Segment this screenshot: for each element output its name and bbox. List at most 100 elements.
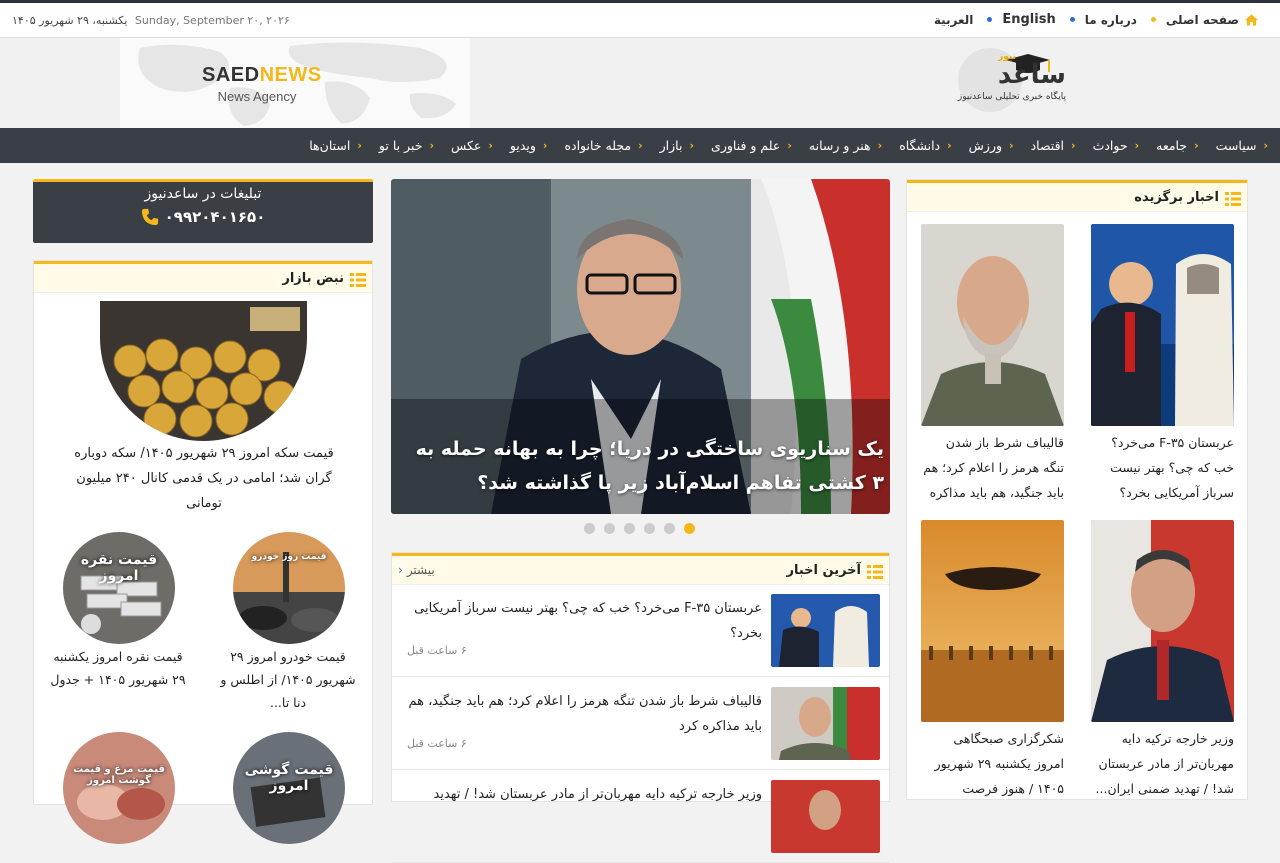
main-nav-item[interactable]: ‹ حوادث (1093, 138, 1140, 153)
phone-icon (141, 208, 158, 226)
date-english: Sunday, September ۲۰, ۲۰۲۶ (134, 14, 290, 27)
chevron-left-icon: ‹ (787, 139, 792, 152)
main-nav-label: ورزش (968, 138, 1003, 153)
about-link-label: درباره ما (1084, 12, 1137, 27)
news-title[interactable]: عربستان F-۳۵ می‌خرد؟ خب که چی؟ بهتر نیست… (407, 596, 762, 646)
market-item-image[interactable]: قیمت مرغ و قیمت گوشت امروز (63, 732, 175, 844)
featured-caption[interactable]: شکرگزاری صبحگاهی امروز یکشنبه ۲۹ شهریور … (921, 726, 1064, 801)
main-nav-item[interactable]: ‹ مجله خانواده (564, 138, 642, 153)
featured-item[interactable]: قالیباف شرط باز شدن تنگه هرمز را اعلام ک… (921, 224, 1064, 505)
separator-dot (1069, 17, 1075, 22)
main-nav-item[interactable]: ‹ استان‌ها (309, 138, 362, 153)
home-link[interactable]: صفحه اصلی (1150, 12, 1258, 27)
featured-image[interactable] (1091, 520, 1234, 722)
main-nav-item[interactable]: ‹ هنر و رسانه (809, 138, 882, 153)
advertising-phone[interactable]: ۰۹۹۲۰۴۰۱۶۵۰ (33, 208, 373, 226)
home-link-label: صفحه اصلی (1165, 12, 1239, 27)
slider-dot[interactable] (584, 523, 595, 534)
slider-dot[interactable] (624, 523, 635, 534)
main-nav-item[interactable]: ‹ سیاست (1216, 138, 1268, 153)
slider-headline[interactable]: یک سناریوی ساختگی در دریا؛ چرا به بهانه … (414, 432, 884, 500)
slider-pagination (584, 523, 704, 534)
market-hero-caption[interactable]: قیمت سکه امروز ۲۹ شهریور ۱۴۰۵/ سکه دوبار… (74, 441, 334, 516)
more-link[interactable]: بیشتر‹ (398, 563, 435, 577)
latest-news-row[interactable]: وزیر خارجه ترکیه دایه مهربان‌تر از مادر … (392, 770, 889, 863)
main-nav-item[interactable]: ‹ ویدیو (510, 138, 548, 153)
market-pulse-panel: نبض بازار قیمت سکه امروز ۲۹ شهریور ۱۴۰۵/… (33, 260, 373, 844)
chevron-left-icon: ‹ (947, 139, 952, 152)
news-thumbnail[interactable] (771, 594, 880, 667)
main-nav-item[interactable]: ‹ اقتصاد (1031, 138, 1076, 153)
headline-slider[interactable]: یک سناریوی ساختگی در دریا؛ چرا به بهانه … (391, 179, 890, 514)
slider-dot[interactable] (664, 523, 675, 534)
main-nav-item[interactable]: ‹ جامعه (1156, 138, 1199, 153)
featured-caption[interactable]: قالیباف شرط باز شدن تنگه هرمز را اعلام ک… (921, 430, 1064, 505)
news-thumbnail[interactable] (771, 687, 880, 760)
featured-image[interactable] (921, 520, 1064, 722)
slider-dot[interactable] (684, 523, 695, 534)
featured-caption[interactable]: عربستان F-۳۵ می‌خرد؟ خب که چی؟ بهتر نیست… (1091, 430, 1234, 505)
top-nav: صفحه اصلی درباره ما English العربية (920, 12, 1258, 27)
main-nav-item[interactable]: ‹ ورزش (969, 138, 1014, 153)
separator-dot (1150, 17, 1156, 22)
market-item-caption[interactable]: قیمت خودرو امروز ۲۹ شهریور ۱۴۰۵/ از اطلس… (218, 645, 358, 714)
featured-caption[interactable]: وزیر خارجه ترکیه دایه مهربان‌تر از مادر … (1091, 726, 1234, 801)
news-time: ۶ ساعت قبل (407, 737, 467, 750)
latest-header: آخرین اخبار بیشتر‹ (392, 553, 889, 585)
market-item-image[interactable]: قیمت روز خودرو (233, 532, 345, 644)
market-hero-image[interactable] (100, 301, 307, 441)
featured-item[interactable]: شکرگزاری صبحگاهی امروز یکشنبه ۲۹ شهریور … (921, 520, 1064, 801)
chevron-left-icon: ‹ (357, 139, 362, 152)
about-link[interactable]: درباره ما (1069, 12, 1137, 27)
main-nav-label: استان‌ها (309, 138, 351, 153)
logo-fa-name: ساعد (997, 60, 1066, 90)
latest-news-row[interactable]: قالیباف شرط باز شدن تنگه هرمز را اعلام ک… (392, 677, 889, 770)
latest-news-row[interactable]: عربستان F-۳۵ می‌خرد؟ خب که چی؟ بهتر نیست… (392, 584, 889, 677)
news-thumbnail[interactable] (771, 780, 880, 853)
chevron-left-icon: ‹ (689, 139, 695, 152)
main-nav-label: دانشگاه (899, 138, 941, 153)
market-item-image[interactable]: قیمت گوشی امروز (233, 732, 345, 844)
market-header: نبض بازار (34, 261, 372, 293)
market-item-overlay: قیمت روز خودرو (251, 552, 327, 562)
chevron-left-icon: ‹ (1134, 139, 1140, 152)
top-bar: صفحه اصلی درباره ما English العربية یکشن… (0, 0, 1280, 38)
featured-item[interactable]: عربستان F-۳۵ می‌خرد؟ خب که چی؟ بهتر نیست… (1091, 224, 1234, 505)
date-persian: یکشنبه، ۲۹ شهریور ۱۴۰۵ (12, 14, 128, 27)
featured-header: اخبار برگزیده (907, 180, 1247, 212)
chevron-left-icon: ‹ (1263, 139, 1268, 152)
market-item-caption[interactable]: قیمت نقره امروز یکشنبه ۲۹ شهریور ۱۴۰۵ + … (48, 645, 188, 691)
logo-en-subtitle: News Agency (217, 89, 297, 104)
main-nav-label: بازار (659, 138, 683, 153)
featured-news-panel: اخبار برگزیده عربستان F-۳۵ می‌خرد؟ خب که… (906, 179, 1248, 800)
advertising-box[interactable]: تبلیغات در ساعدنیوز ۰۹۹۲۰۴۰۱۶۵۰ (33, 179, 373, 243)
market-item-overlay: قیمت مرغ و قیمت گوشت امروز (73, 764, 165, 786)
main-nav-item[interactable]: ‹ بازار (660, 138, 694, 153)
slider-dot[interactable] (604, 523, 615, 534)
featured-image[interactable] (1091, 224, 1234, 426)
main-nav-item[interactable]: ‹ خبر با تو (379, 138, 434, 153)
english-link[interactable]: English (987, 12, 1056, 27)
main-nav-label: علم و فناوری (711, 138, 781, 153)
main-nav-label: عکس (451, 138, 482, 153)
news-time: ۶ ساعت قبل (407, 644, 467, 657)
slider-dot[interactable] (644, 523, 655, 534)
market-item-image[interactable]: قیمت نقره امروز (63, 532, 175, 644)
featured-image[interactable] (921, 224, 1064, 426)
main-nav-label: مجله خانواده (564, 138, 632, 153)
main-nav-label: هنر و رسانه (808, 138, 871, 153)
section-list-icon (867, 565, 883, 579)
market-item-overlay: قیمت گوشی امروز (244, 762, 334, 794)
more-label: بیشتر (406, 563, 435, 577)
main-nav-label: سیاست (1215, 138, 1257, 153)
saednews-english-logo[interactable]: SAEDNEWS News Agency (202, 64, 321, 104)
saednews-persian-logo[interactable]: نیوز ساعد پایگاه خبری تحلیلی ساعدنیوز (950, 46, 1080, 114)
main-nav-item[interactable]: ‹ عکس (451, 138, 493, 153)
news-title[interactable]: قالیباف شرط باز شدن تنگه هرمز را اعلام ک… (407, 689, 762, 739)
chevron-left-icon: ‹ (1194, 139, 1199, 152)
arabic-link[interactable]: العربية (934, 13, 974, 27)
news-title[interactable]: وزیر خارجه ترکیه دایه مهربان‌تر از مادر … (407, 782, 763, 807)
main-nav-item[interactable]: ‹ دانشگاه (899, 138, 951, 153)
main-nav-item[interactable]: ‹ علم و فناوری (711, 138, 792, 153)
featured-item[interactable]: وزیر خارجه ترکیه دایه مهربان‌تر از مادر … (1091, 520, 1234, 801)
